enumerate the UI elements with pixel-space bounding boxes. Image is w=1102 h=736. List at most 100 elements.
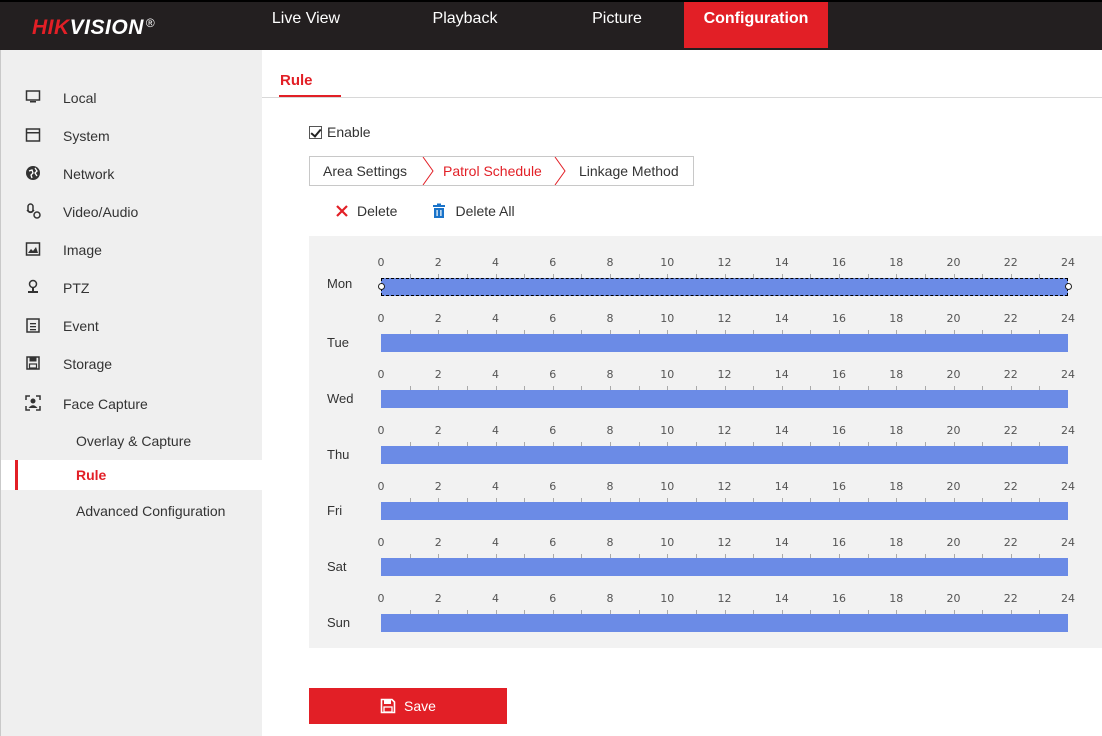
hour-tick-label: 10 xyxy=(660,256,675,269)
schedule-track[interactable] xyxy=(381,554,1068,576)
hour-tick-label: 22 xyxy=(1003,368,1018,381)
tab-configuration[interactable]: Configuration xyxy=(684,2,828,48)
hour-tick-label: 6 xyxy=(549,256,557,269)
hour-tick-label: 22 xyxy=(1003,312,1018,325)
hour-tick-label: 12 xyxy=(717,312,732,325)
hour-tick-label: 10 xyxy=(660,480,675,493)
schedule-row-wed: 0 2 4 6 8 10 12 14 16 18 20 22 24 Wed xyxy=(309,368,1102,424)
segment-resize-handle[interactable] xyxy=(1064,283,1072,290)
hour-tick-label: 16 xyxy=(832,312,846,325)
sidebar-subitem-overlay-capture[interactable]: Overlay & Capture xyxy=(1,426,263,456)
sidebar-subitem-rule[interactable]: Rule xyxy=(1,460,263,490)
schedule-segment[interactable] xyxy=(381,614,1068,632)
sidebar-item-storage[interactable]: Storage xyxy=(1,348,263,380)
hour-tick-label: 18 xyxy=(889,312,904,325)
hour-tick-label: 12 xyxy=(717,592,732,605)
schedule-track[interactable] xyxy=(381,442,1068,464)
hour-tick-label: 24 xyxy=(1061,424,1075,437)
sidebar-item-local[interactable]: Local xyxy=(1,82,263,114)
video-audio-icon xyxy=(25,203,41,219)
subtab-area-settings[interactable]: Area Settings xyxy=(323,157,407,185)
delete-all-button[interactable]: Delete All xyxy=(431,203,515,219)
hour-tick-label: 16 xyxy=(832,424,846,437)
hour-tick-label: 14 xyxy=(774,424,789,437)
hour-tick-label: 14 xyxy=(774,368,789,381)
sidebar-item-video-audio[interactable]: Video/Audio xyxy=(1,196,263,228)
subtab-patrol-schedule[interactable]: Patrol Schedule xyxy=(443,157,542,185)
schedule-segment[interactable] xyxy=(381,502,1068,520)
enable-label: Enable xyxy=(327,124,371,140)
enable-checkbox-row[interactable]: Enable xyxy=(309,124,371,140)
schedule-track[interactable] xyxy=(377,274,1072,296)
hour-tick-label: 20 xyxy=(946,480,961,493)
schedule-track[interactable] xyxy=(381,498,1068,520)
hour-tick-label: 10 xyxy=(660,368,675,381)
hour-tick-label: 0 xyxy=(377,480,385,493)
schedule-segment[interactable] xyxy=(381,446,1068,464)
schedule-segment[interactable] xyxy=(381,278,1068,296)
hour-tick-label: 2 xyxy=(434,424,442,437)
day-label: Sat xyxy=(327,559,347,574)
hour-tick-label: 18 xyxy=(889,592,904,605)
tab-picture[interactable]: Picture xyxy=(572,2,662,48)
sidebar-item-image[interactable]: Image xyxy=(1,234,263,266)
subtab-separator-chevron xyxy=(422,157,434,185)
hour-tick-label: 2 xyxy=(434,480,442,493)
subtab-linkage-method[interactable]: Linkage Method xyxy=(579,157,679,185)
sidebar-item-network[interactable]: Network xyxy=(1,158,263,190)
hour-tick-label: 20 xyxy=(946,312,961,325)
hour-tick-label: 18 xyxy=(889,536,904,549)
save-button[interactable]: Save xyxy=(309,688,507,724)
schedule-segment[interactable] xyxy=(381,390,1068,408)
segment-resize-handle[interactable] xyxy=(377,283,385,290)
hour-tick-label: 18 xyxy=(889,480,904,493)
schedule-segment[interactable] xyxy=(381,558,1068,576)
delete-button[interactable]: Delete xyxy=(335,203,397,219)
hour-tick-label: 24 xyxy=(1061,480,1075,493)
schedule-track[interactable] xyxy=(381,386,1068,408)
hour-tick-label: 4 xyxy=(492,536,499,549)
hour-tick-label: 6 xyxy=(549,480,557,493)
tab-live-view[interactable]: Live View xyxy=(266,2,346,48)
sidebar-item-label: Network xyxy=(63,166,115,182)
hour-tick-label: 4 xyxy=(492,480,499,493)
schedule-track[interactable] xyxy=(381,610,1068,632)
schedule-row-mon: 0 2 4 6 8 10 12 14 16 18 20 22 24 Mon xyxy=(309,256,1102,312)
hour-tick-label: 14 xyxy=(774,256,789,269)
sidebar-item-system[interactable]: System xyxy=(1,120,263,152)
save-icon xyxy=(380,698,396,714)
sidebar: Local System Network Video/Audio Image P… xyxy=(0,50,263,736)
enable-checkbox[interactable] xyxy=(309,125,322,139)
hour-tick-label: 16 xyxy=(832,536,846,549)
hour-tick-label: 8 xyxy=(606,536,614,549)
ptz-icon xyxy=(25,279,41,295)
sidebar-item-face-capture[interactable]: Face Capture xyxy=(1,388,263,420)
hour-tick-label: 24 xyxy=(1061,312,1075,325)
hour-tick-label: 20 xyxy=(946,424,961,437)
globe-icon xyxy=(25,165,41,181)
tab-playback[interactable]: Playback xyxy=(420,2,510,48)
hour-tick-label: 10 xyxy=(660,592,675,605)
hour-tick-label: 8 xyxy=(606,480,614,493)
sidebar-item-label: PTZ xyxy=(63,280,90,296)
schedule-track[interactable] xyxy=(381,330,1068,352)
hour-tick-label: 22 xyxy=(1003,536,1018,549)
sidebar-item-label: Local xyxy=(63,90,97,106)
hour-tick-label: 18 xyxy=(889,368,904,381)
schedule-row-tue: 0 2 4 6 8 10 12 14 16 18 20 22 24 Tue xyxy=(309,312,1102,368)
hour-tick-label: 22 xyxy=(1003,480,1018,493)
hour-tick-label: 10 xyxy=(660,312,675,325)
sidebar-item-event[interactable]: Event xyxy=(1,310,263,342)
tab-rule[interactable]: Rule xyxy=(280,72,313,89)
hour-tick-label: 22 xyxy=(1003,424,1018,437)
hour-tick-label: 10 xyxy=(660,424,675,437)
hikvision-logo: HIKVISION ® xyxy=(32,16,156,39)
sidebar-subitem-advanced-configuration[interactable]: Advanced Configuration xyxy=(1,496,263,526)
hour-tick-label: 4 xyxy=(492,424,499,437)
schedule-segment[interactable] xyxy=(381,334,1068,352)
sidebar-item-label: Image xyxy=(63,242,102,258)
sidebar-item-label: Face Capture xyxy=(63,396,148,412)
sidebar-item-ptz[interactable]: PTZ xyxy=(1,272,263,304)
hour-tick-label: 4 xyxy=(492,312,499,325)
hour-tick-label: 6 xyxy=(549,368,557,381)
